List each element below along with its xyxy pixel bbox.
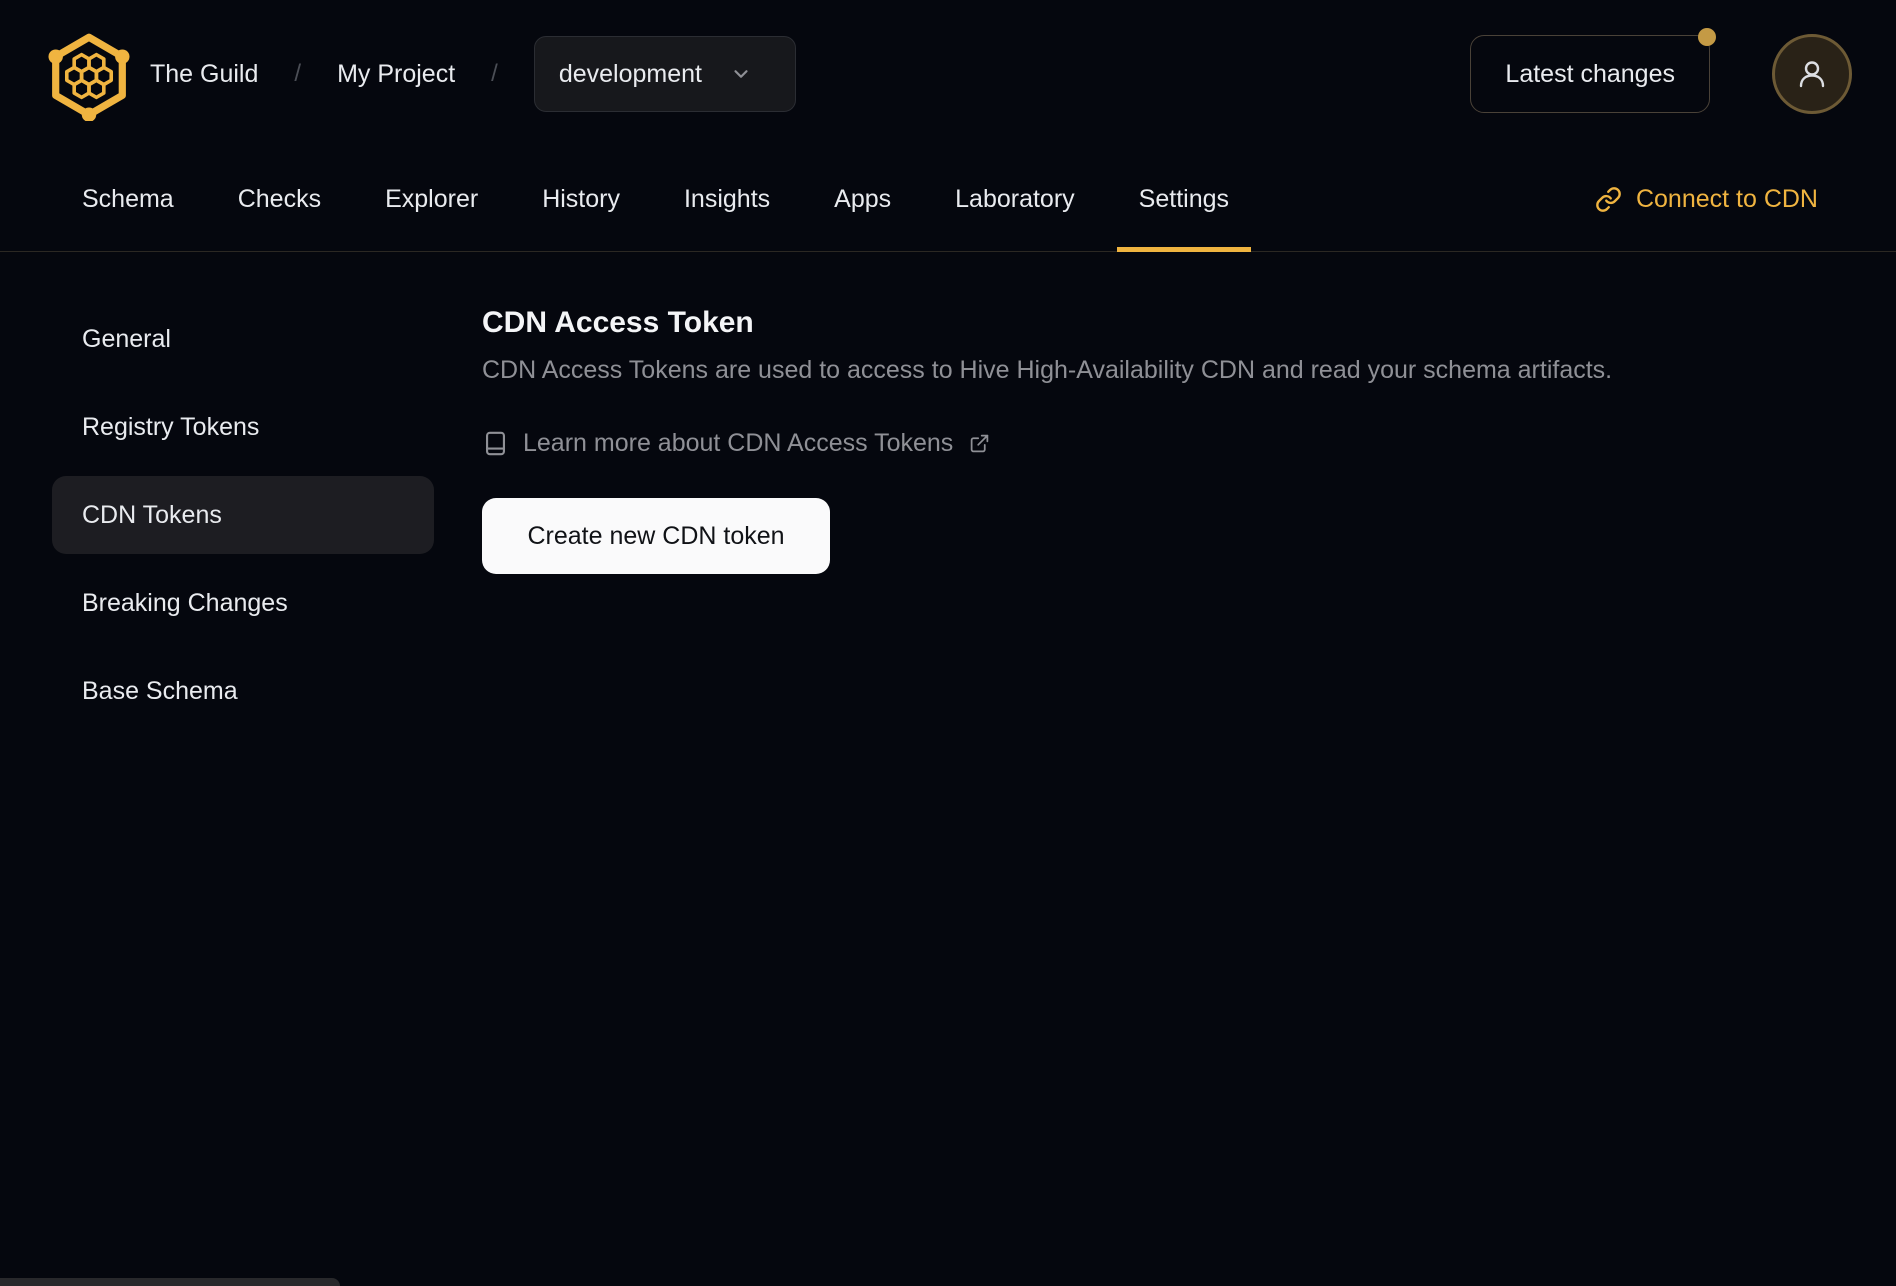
cdn-token-section: CDN Access Token CDN Access Tokens are u… — [482, 300, 1612, 730]
external-link-icon — [971, 434, 989, 453]
bottom-toast-partial — [0, 1278, 340, 1286]
tab-laboratory[interactable]: Laboratory — [933, 148, 1097, 251]
breadcrumb: The Guild / My Project / development — [150, 36, 796, 112]
learn-more-label: Learn more about CDN Access Tokens — [523, 429, 954, 457]
breadcrumb-separator: / — [491, 60, 498, 87]
sidebar-item-registry-tokens[interactable]: Registry Tokens — [52, 388, 434, 466]
sidebar-item-cdn-tokens[interactable]: CDN Tokens — [52, 476, 434, 554]
tab-schema[interactable]: Schema — [60, 148, 196, 251]
target-select-value: development — [558, 59, 702, 88]
page-title: CDN Access Token — [482, 306, 754, 339]
latest-changes-label: Latest changes — [1505, 59, 1675, 88]
create-cdn-token-button[interactable]: Create new CDN token — [482, 498, 830, 574]
hive-logo-icon[interactable] — [44, 31, 134, 121]
project-tabbar: Schema Checks Explorer History Insights … — [0, 148, 1896, 252]
top-header: The Guild / My Project / development Lat… — [0, 0, 1896, 148]
user-menu-button[interactable] — [1772, 34, 1852, 114]
tab-settings[interactable]: Settings — [1116, 148, 1252, 252]
header-actions: Latest changes — [1470, 28, 1852, 114]
notification-dot — [1698, 28, 1716, 46]
sidebar-item-breaking-changes[interactable]: Breaking Changes — [52, 564, 434, 642]
breadcrumb-separator: / — [294, 60, 302, 87]
sidebar-item-base-schema[interactable]: Base Schema — [52, 652, 434, 730]
connect-to-cdn-link[interactable]: Connect to CDN — [1595, 148, 1818, 251]
tab-explorer[interactable]: Explorer — [363, 148, 500, 251]
breadcrumb-org[interactable]: The Guild — [150, 60, 258, 89]
link-chain-icon — [1596, 187, 1621, 212]
tab-insights[interactable]: Insights — [662, 148, 792, 251]
sidebar-item-general[interactable]: General — [52, 300, 434, 378]
breadcrumb-project[interactable]: My Project — [337, 60, 455, 89]
tab-checks[interactable]: Checks — [216, 148, 343, 251]
latest-changes-button[interactable]: Latest changes — [1470, 28, 1716, 113]
target-select[interactable]: development — [533, 36, 796, 112]
settings-page: General Registry Tokens CDN Tokens Break… — [0, 252, 1896, 730]
settings-sidebar: General Registry Tokens CDN Tokens Break… — [0, 300, 434, 730]
connect-to-cdn-label: Connect to CDN — [1635, 185, 1818, 213]
tabs: Schema Checks Explorer History Insights … — [60, 148, 1252, 252]
tab-history[interactable]: History — [520, 148, 642, 251]
page-description: CDN Access Tokens are used to access to … — [482, 356, 1613, 384]
user-icon — [1799, 61, 1825, 88]
learn-more-link[interactable]: Learn more about CDN Access Tokens — [482, 429, 1612, 458]
chevron-down-icon — [730, 63, 752, 85]
book-icon — [485, 431, 506, 456]
tab-apps[interactable]: Apps — [812, 148, 913, 251]
